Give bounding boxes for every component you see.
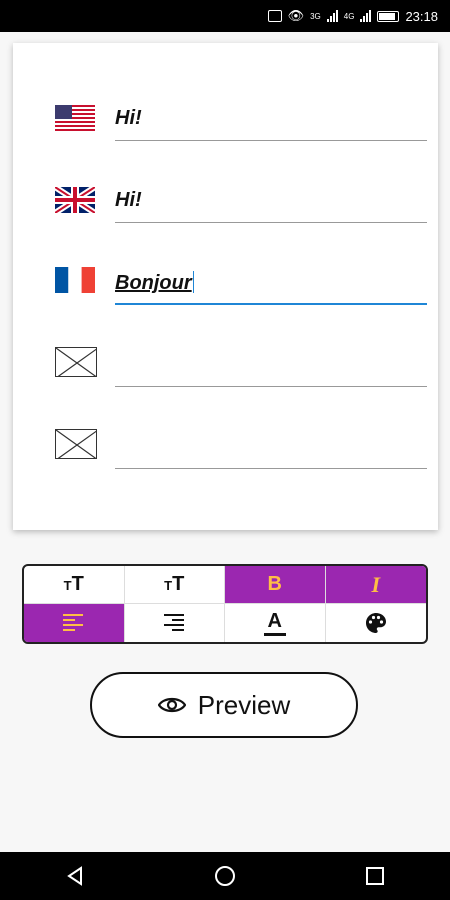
text-size-increase-icon: TT — [63, 573, 84, 595]
italic-button[interactable]: I — [325, 566, 426, 604]
translations-card: Hi! Hi! Bonjour — [13, 43, 438, 530]
status-bar: 👁 3G 4G 23:18 — [0, 0, 450, 32]
eye-comfort-icon: 👁 — [287, 8, 305, 23]
entry-row-us: Hi! — [13, 93, 438, 175]
field-underline — [115, 222, 427, 223]
palette-button[interactable] — [326, 604, 427, 642]
entry-row-empty-1 — [13, 339, 438, 421]
home-button[interactable] — [205, 856, 245, 896]
text-size-decrease-button[interactable]: TT — [124, 566, 225, 604]
field-underline — [115, 140, 427, 141]
text-color-icon: A — [263, 609, 286, 636]
field-underline — [115, 468, 427, 469]
preview-label: Preview — [197, 689, 291, 720]
field-underline-active — [115, 303, 427, 305]
bold-icon: B — [267, 573, 282, 595]
preview-button[interactable]: Preview — [90, 672, 358, 738]
us-flag-icon — [55, 105, 95, 131]
translation-text-wrap: Bonjour — [115, 271, 194, 295]
missing-image-icon — [55, 429, 97, 459]
recents-button[interactable] — [355, 856, 395, 896]
align-left-button[interactable] — [24, 604, 125, 642]
text-size-decrease-icon: TT — [164, 573, 185, 595]
clock: 23:18 — [405, 8, 438, 24]
formatting-toolbar: TT TT B I A — [22, 564, 428, 644]
align-right-button[interactable] — [125, 604, 225, 642]
network-4g-label: 4G — [343, 11, 355, 21]
translation-field-empty-1[interactable] — [115, 347, 427, 387]
uk-flag-icon — [55, 187, 95, 213]
entry-row-empty-2 — [13, 421, 438, 503]
network-3g-label: 3G — [310, 11, 321, 21]
back-triangle-icon — [67, 866, 82, 886]
translation-field-empty-2[interactable] — [115, 429, 427, 469]
back-button[interactable] — [55, 856, 95, 896]
vibrate-icon — [267, 10, 282, 22]
translation-text: Hi! — [115, 189, 142, 211]
signal-icon — [326, 10, 338, 22]
status-icons: 👁 3G 4G 23:18 — [267, 0, 438, 32]
home-circle-icon — [215, 866, 235, 886]
italic-icon: I — [371, 571, 381, 597]
entry-row-fr: Bonjour — [13, 257, 438, 339]
translation-text: Bonjour — [115, 272, 192, 294]
align-left-icon — [62, 614, 83, 631]
text-cursor — [192, 271, 194, 293]
text-color-bar — [263, 632, 286, 636]
france-flag-icon — [55, 267, 95, 293]
battery-icon — [377, 10, 400, 22]
translation-field-us[interactable]: Hi! — [115, 101, 427, 141]
signal-icon-2 — [360, 10, 372, 22]
text-color-button[interactable]: A — [225, 604, 326, 642]
recents-square-icon — [366, 867, 384, 885]
translation-field-uk[interactable]: Hi! — [115, 183, 427, 223]
translation-text: Hi! — [115, 107, 142, 129]
align-right-icon — [164, 614, 185, 631]
translation-field-fr[interactable]: Bonjour — [115, 265, 427, 305]
palette-icon — [365, 613, 386, 633]
bold-button[interactable]: B — [225, 566, 326, 604]
text-color-letter: A — [267, 609, 282, 632]
navigation-bar — [0, 852, 450, 900]
missing-image-icon — [55, 347, 97, 377]
field-underline — [115, 386, 427, 387]
entry-row-uk: Hi! — [13, 175, 438, 257]
text-size-increase-button[interactable]: TT — [24, 566, 125, 604]
eye-icon — [157, 697, 186, 713]
